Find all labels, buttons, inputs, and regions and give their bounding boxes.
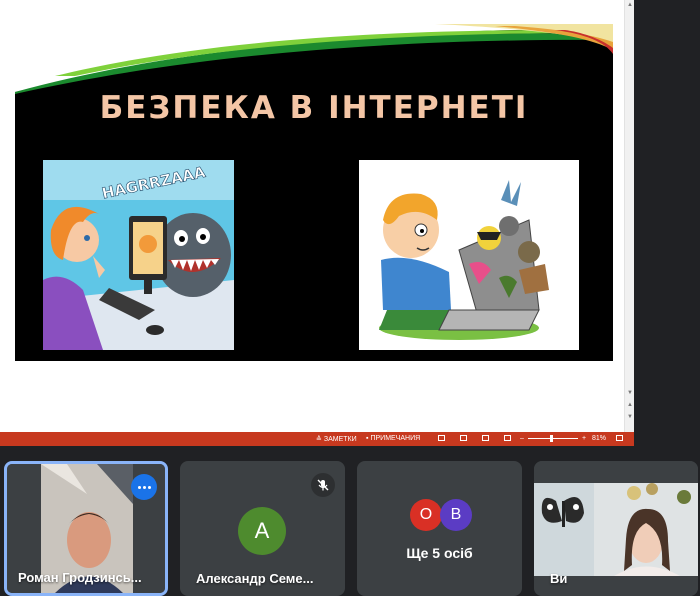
reading-view-button[interactable]	[482, 435, 489, 441]
more-options-button[interactable]	[131, 474, 157, 500]
participant-tile-roman[interactable]: Роман Гродзинсь...	[4, 461, 168, 596]
slide-area: БЕЗПЕКА В ІНТЕРНЕТІ HAGRRZAAA	[0, 0, 624, 432]
more-participants-tile[interactable]: O B Ще 5 осіб	[357, 461, 522, 596]
scroll-down-icon[interactable]: ▼	[626, 390, 634, 396]
slide-scrollbar[interactable]: ▲ ▼ ▲ ▼	[624, 0, 634, 432]
more-participants-count: Ще 5 осіб	[406, 545, 473, 561]
presentation-window: БЕЗПЕКА В ІНТЕРНЕТІ HAGRRZAAA ▲ ▼ ▲ ▼ ≙ …	[0, 0, 634, 446]
slide-banner-decoration	[15, 24, 613, 94]
more-dot	[137, 485, 141, 489]
slide-image-girl-computer: HAGRRZAAA	[43, 160, 234, 350]
normal-view-icon	[438, 435, 445, 441]
zoom-out-button[interactable]: –	[520, 435, 524, 442]
muted-mic-icon	[311, 473, 335, 497]
zoom-slider-thumb[interactable]	[550, 435, 553, 442]
zoom-level[interactable]: 81%	[592, 435, 606, 442]
slide: БЕЗПЕКА В ІНТЕРНЕТІ HAGRRZAAA	[15, 24, 613, 361]
participant-tile-aleksandr[interactable]: A Александр Семе...	[180, 461, 345, 596]
notes-button[interactable]: ≙ ЗАМЕТКИ	[316, 435, 357, 444]
slide-title: БЕЗПЕКА В ІНТЕРНЕТІ	[99, 90, 529, 126]
sorter-view-icon	[460, 435, 467, 441]
fit-slide-icon	[616, 435, 623, 441]
zoom-in-button[interactable]: +	[582, 435, 586, 442]
participant-name: Роман Гродзинсь...	[18, 570, 142, 585]
avatar: A	[238, 507, 286, 555]
girl-computer-illustration: HAGRRZAAA	[43, 160, 234, 350]
comment-icon: ▪	[366, 435, 369, 442]
zoom-slider-track[interactable]	[528, 438, 578, 439]
avatar-b: B	[440, 499, 472, 531]
prev-slide-icon[interactable]: ▲	[626, 402, 634, 408]
sorter-view-button[interactable]	[460, 435, 467, 441]
comments-button[interactable]: ▪ ПРИМЕЧАНИЯ	[366, 435, 420, 442]
normal-view-button[interactable]	[438, 435, 445, 441]
reading-view-icon	[482, 435, 489, 441]
scroll-up-icon[interactable]: ▲	[626, 2, 634, 8]
slide-image-boy-laptop	[359, 160, 579, 350]
more-dot	[147, 485, 151, 489]
participant-name: Александр Семе...	[196, 571, 314, 586]
notes-icon: ≙	[316, 436, 322, 443]
fit-slide-button[interactable]	[616, 435, 623, 441]
mic-off-icon	[317, 479, 329, 491]
avatar-o: O	[410, 499, 442, 531]
participant-tile-self[interactable]: Ви	[534, 461, 698, 596]
more-dot	[142, 485, 146, 489]
slideshow-icon	[504, 435, 511, 441]
slideshow-button[interactable]	[504, 435, 511, 441]
presentation-statusbar: ≙ ЗАМЕТКИ ▪ ПРИМЕЧАНИЯ – + 81%	[0, 432, 634, 446]
participant-name-self: Ви	[550, 571, 568, 586]
next-slide-icon[interactable]: ▼	[626, 414, 634, 420]
boy-laptop-illustration	[359, 160, 579, 350]
